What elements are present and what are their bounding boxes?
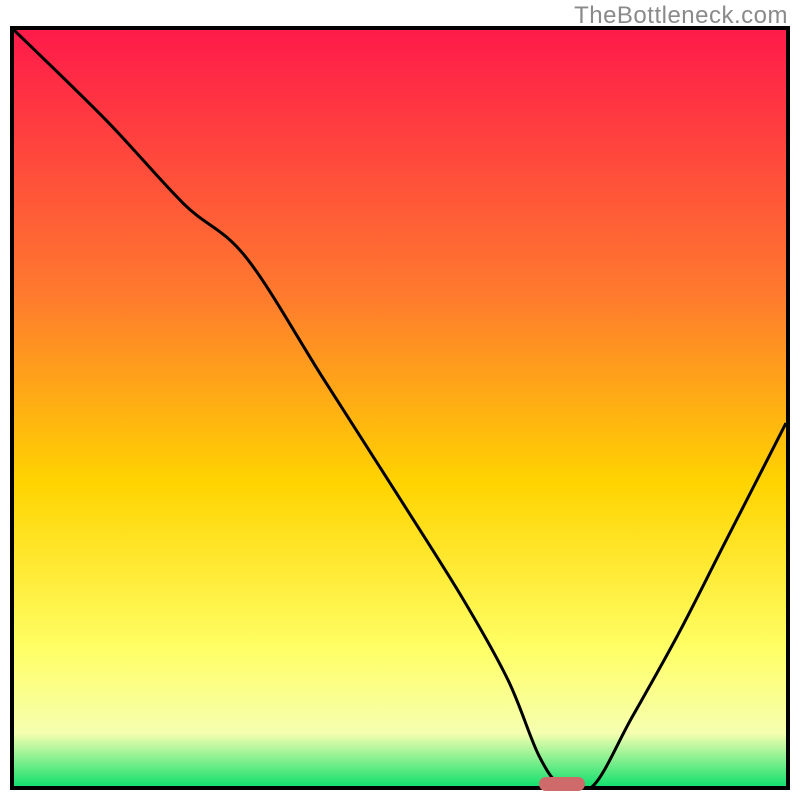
chart-frame: TheBottleneck.com: [0, 0, 800, 800]
optimal-marker: [539, 777, 585, 791]
bottleneck-chart: [14, 30, 786, 786]
